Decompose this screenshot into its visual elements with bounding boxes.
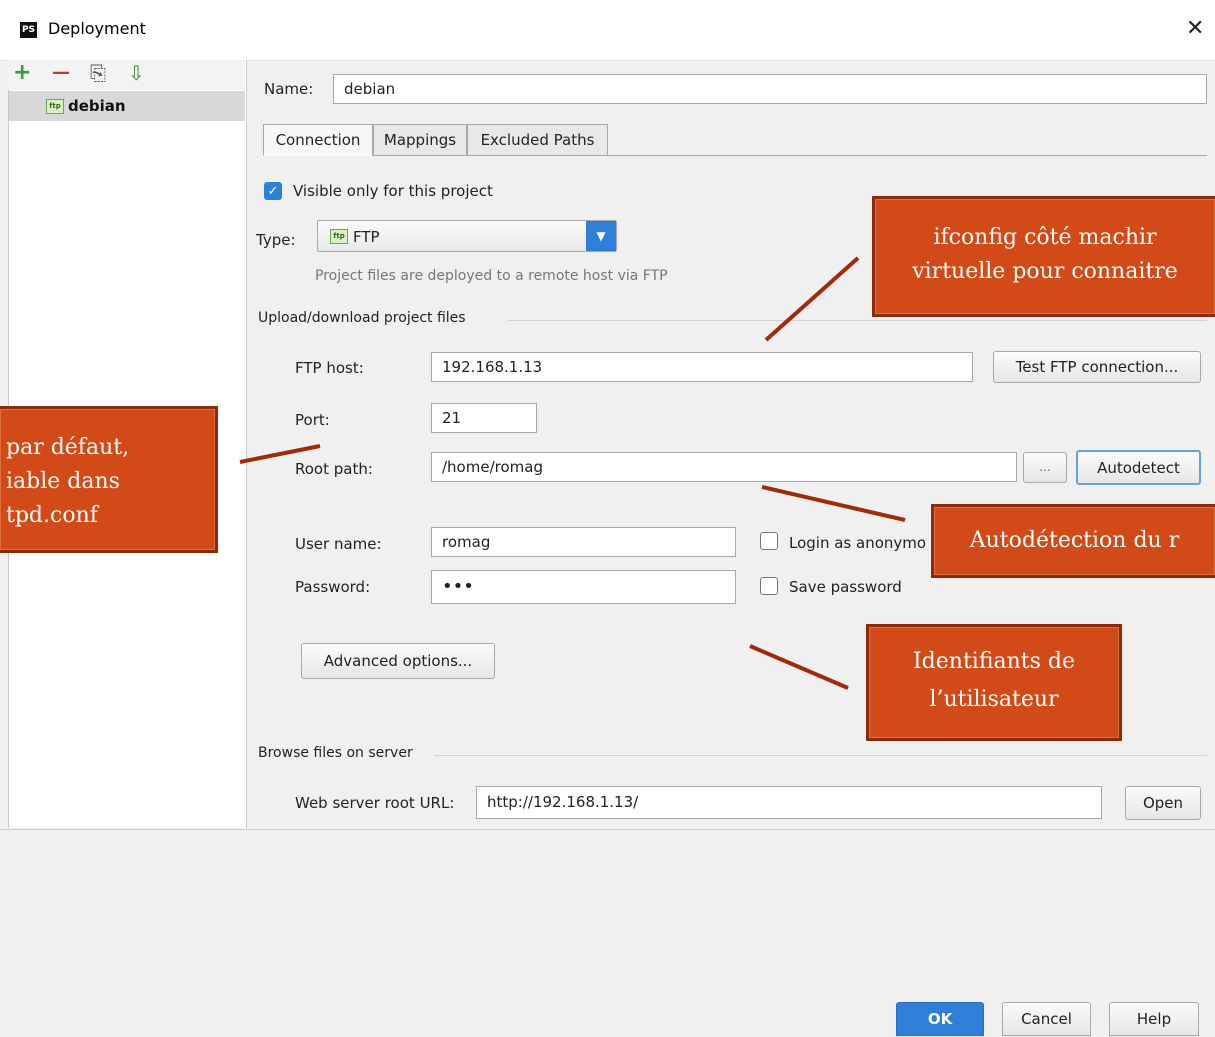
note-autodetect: Autodétection du r: [931, 504, 1215, 578]
note-ifconfig-line1: ifconfig côté machir: [933, 225, 1157, 250]
note-port: par défaut, iable dans tpd.conf: [0, 406, 218, 553]
note-ifconfig: ifconfig côté machir virtuelle pour conn…: [872, 196, 1215, 317]
annotation-line-credentials: [749, 644, 849, 690]
note-credentials-line2: l’utilisateur: [929, 687, 1059, 712]
annotation-line-ifconfig: [764, 256, 860, 342]
note-credentials-line1: Identifiants de: [912, 649, 1076, 674]
annotation-line-autodetect: [761, 485, 906, 522]
note-port-line3: tpd.conf: [6, 503, 98, 528]
note-port-line2: iable dans: [6, 469, 120, 494]
note-ifconfig-line2: virtuelle pour connaitre: [912, 259, 1178, 284]
annotation-line-port: [239, 444, 321, 464]
note-port-line1: par défaut,: [6, 435, 130, 460]
note-credentials: Identifiants de l’utilisateur: [866, 624, 1122, 741]
